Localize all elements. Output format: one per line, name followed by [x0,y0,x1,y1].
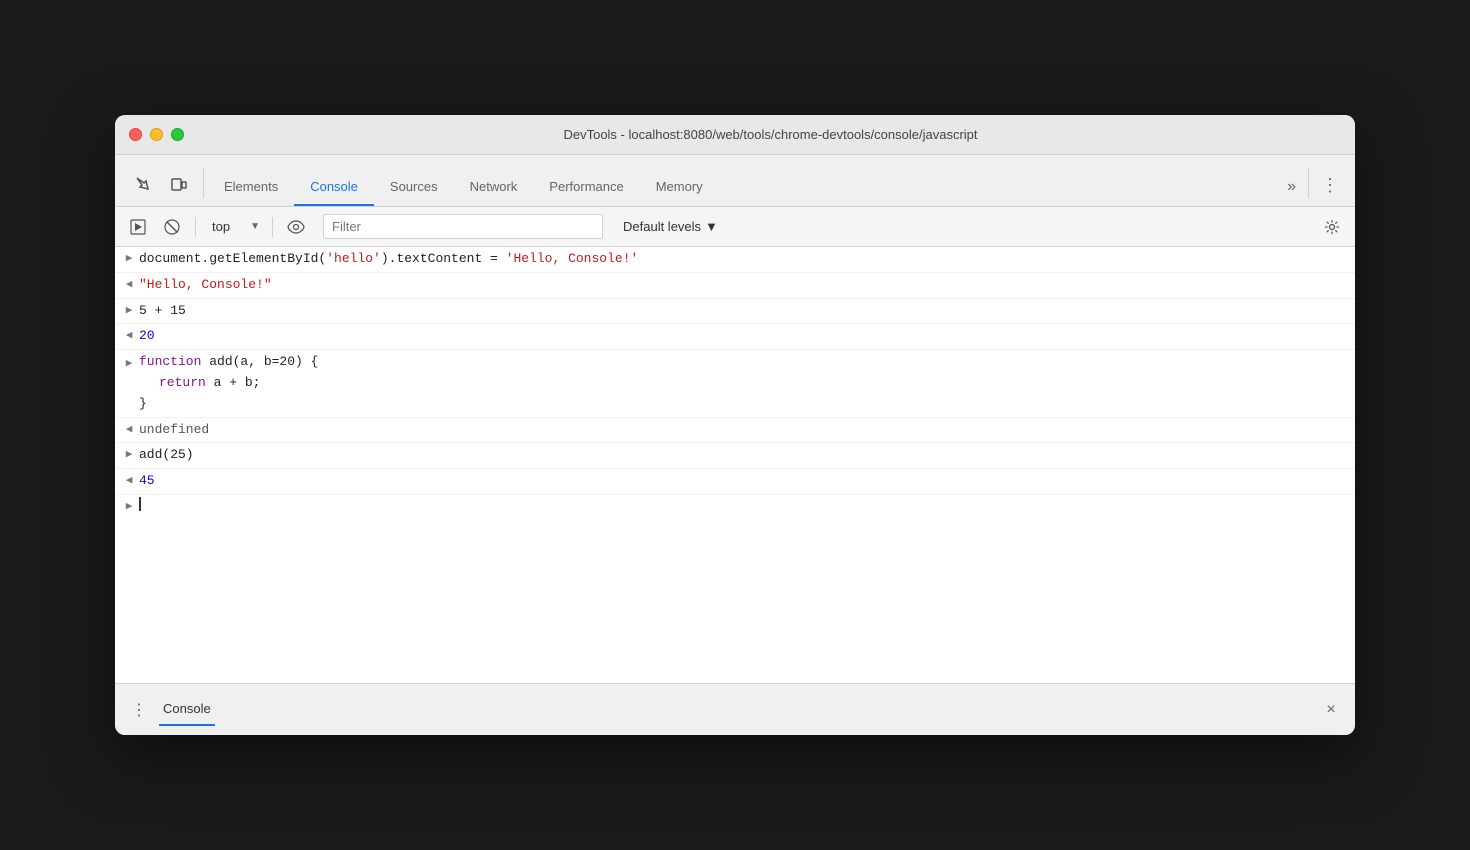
log-levels-button[interactable]: Default levels ▼ [615,215,726,238]
drawer-close-button[interactable]: × [1319,698,1343,722]
eye-icon[interactable] [281,212,311,242]
console-entry: document.getElementById('hello').textCon… [139,249,1347,270]
device-toggle-icon[interactable] [167,172,191,196]
cursor-indicator [139,497,141,511]
tab-console[interactable]: Console [294,171,374,206]
console-entry: 5 + 15 [139,301,1347,322]
devtools-window: DevTools - localhost:8080/web/tools/chro… [115,115,1355,735]
arrow-left-icon: ◀ [119,326,139,346]
arrow-left-icon: ◀ [119,420,139,440]
console-toolbar: top ▼ Default levels ▼ [115,207,1355,247]
console-line: ▶ 5 + 15 [115,299,1355,325]
console-input[interactable] [139,497,1347,511]
arrow-left-icon: ◀ [119,275,139,295]
console-result: "Hello, Console!" [139,275,1347,296]
tab-icon-area [123,172,199,206]
title-bar: DevTools - localhost:8080/web/tools/chro… [115,115,1355,155]
arrow-right-icon: ▶ [119,301,139,321]
console-result: 20 [139,326,1347,347]
console-line: ◀ "Hello, Console!" [115,273,1355,299]
toolbar-divider-1 [195,217,196,237]
console-output[interactable]: ▶ document.getElementById('hello').textC… [115,247,1355,683]
arrow-right-icon: ▶ [119,354,139,374]
devtools-menu-button[interactable]: ⋮ [1313,167,1347,206]
tab-divider [203,168,204,198]
context-selector[interactable]: top ▼ [204,215,264,238]
drawer-console-tab[interactable]: Console [159,693,215,726]
tabs-bar: Elements Console Sources Network Perform… [115,155,1355,207]
traffic-lights [129,128,184,141]
filter-input[interactable] [323,214,603,239]
arrow-left-icon: ◀ [119,471,139,491]
console-input-line[interactable]: ▶ [115,495,1355,519]
console-line: ▶ document.getElementById('hello').textC… [115,247,1355,273]
tab-performance[interactable]: Performance [533,171,639,206]
console-line: ▶ function add(a, b=20) { return a + b; … [115,350,1355,417]
console-line: ◀ undefined [115,418,1355,444]
close-button[interactable] [129,128,142,141]
console-entry: add(25) [139,445,1347,466]
toolbar-divider-2 [272,217,273,237]
context-select-input[interactable]: top [204,215,264,238]
arrow-right-icon: ▶ [119,249,139,269]
maximize-button[interactable] [171,128,184,141]
more-tabs-button[interactable]: » [1279,170,1304,206]
drawer-menu-button[interactable]: ⋮ [127,698,151,722]
bottom-drawer: ⋮ Console × [115,683,1355,735]
console-line: ▶ add(25) [115,443,1355,469]
console-result: undefined [139,420,1347,441]
tab-network[interactable]: Network [454,171,534,206]
tab-divider-2 [1308,168,1309,198]
execute-script-button[interactable] [123,212,153,242]
console-entry: function add(a, b=20) { return a + b; } [139,352,1347,414]
levels-arrow-icon: ▼ [705,219,718,234]
console-result: 45 [139,471,1347,492]
tab-memory[interactable]: Memory [640,171,719,206]
window-title: DevTools - localhost:8080/web/tools/chro… [200,127,1341,142]
console-line: ◀ 45 [115,469,1355,495]
arrow-right-icon: ▶ [119,497,139,517]
settings-button[interactable] [1317,212,1347,242]
clear-console-button[interactable] [157,212,187,242]
tab-sources[interactable]: Sources [374,171,454,206]
tab-elements[interactable]: Elements [208,171,294,206]
minimize-button[interactable] [150,128,163,141]
arrow-right-icon: ▶ [119,445,139,465]
console-line: ◀ 20 [115,324,1355,350]
inspect-icon[interactable] [131,172,155,196]
